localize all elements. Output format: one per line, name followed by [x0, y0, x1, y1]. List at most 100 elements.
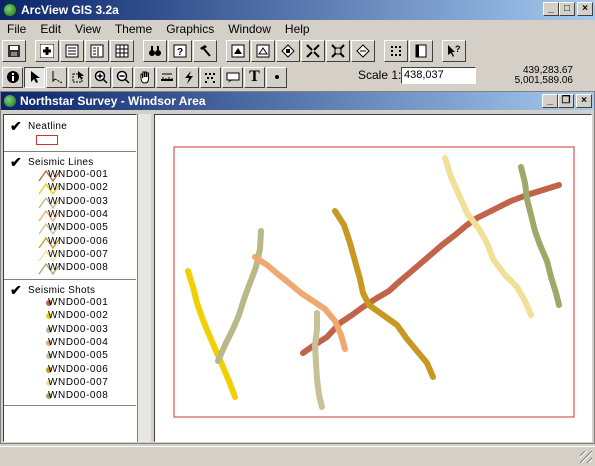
- zoom-full-extent-button[interactable]: [226, 40, 250, 62]
- seismic-line-wnd00-001[interactable]: [300, 182, 562, 356]
- view-close-button[interactable]: ×: [576, 94, 592, 108]
- arrow-pointer-icon: [30, 71, 40, 83]
- toc-divider: [4, 405, 136, 406]
- lightning-icon: [184, 71, 193, 84]
- zoom-selected-icon: [281, 44, 295, 58]
- menu-view[interactable]: View: [68, 22, 108, 36]
- menu-graphics[interactable]: Graphics: [159, 22, 221, 36]
- theme-neatline-title[interactable]: Neatline: [28, 121, 67, 132]
- legend-editor-icon: [90, 44, 104, 58]
- pan-tool[interactable]: [134, 66, 155, 88]
- legend-item-label: WND00-006: [48, 235, 109, 247]
- neatline-symbol: [36, 135, 58, 145]
- coord-y: 5,001,589.06: [514, 75, 573, 86]
- theme-seismic-shots-title[interactable]: Seismic Shots: [28, 285, 95, 296]
- seismic-line-wnd00-007[interactable]: [442, 155, 534, 318]
- cursor-coordinates: 439,283.67 5,001,589.06: [515, 66, 573, 86]
- draw-point-tool[interactable]: [266, 66, 287, 88]
- legend-item-label: WND00-002: [48, 310, 109, 322]
- map-display[interactable]: [154, 114, 592, 442]
- zoom-previous-icon: [356, 44, 370, 58]
- measure-tool[interactable]: [156, 66, 177, 88]
- layout-button[interactable]: [409, 40, 433, 62]
- toc-scrollbar[interactable]: [137, 114, 151, 442]
- zoom-previous-button[interactable]: [351, 40, 375, 62]
- label-tool[interactable]: [200, 66, 221, 88]
- zoom-themes-icon: [256, 44, 270, 58]
- menu-help[interactable]: Help: [278, 22, 317, 36]
- zoom-active-themes-button[interactable]: [251, 40, 275, 62]
- resize-grip[interactable]: [580, 451, 592, 463]
- measure-ruler-icon: [160, 73, 173, 81]
- close-button[interactable]: ×: [577, 2, 593, 16]
- save-button[interactable]: [2, 40, 26, 62]
- zoom-in-fixed-button[interactable]: [301, 40, 325, 62]
- vertex-edit-tool[interactable]: [46, 66, 67, 88]
- view-minimize-button[interactable]: _: [542, 94, 558, 108]
- view-globe-icon: [4, 95, 16, 107]
- text-tool[interactable]: T: [244, 66, 265, 88]
- minimize-button[interactable]: _: [543, 2, 559, 16]
- layout-page-icon: [415, 44, 427, 58]
- zoom-selected-button[interactable]: [276, 40, 300, 62]
- area-label-tool[interactable]: [222, 66, 243, 88]
- scale-input[interactable]: 438,037: [401, 67, 476, 84]
- select-feature-tool[interactable]: [68, 66, 89, 88]
- seismic-shots-visibility-checkbox[interactable]: ✔: [10, 283, 22, 297]
- vertex-edit-icon: [52, 71, 62, 84]
- zoom-out-arrows-icon: [331, 44, 345, 58]
- help-pointer-button[interactable]: ?: [442, 40, 466, 62]
- open-table-button[interactable]: [110, 40, 134, 62]
- menu-theme[interactable]: Theme: [108, 22, 159, 36]
- point-dot-icon: [274, 75, 279, 79]
- zoom-in-tool[interactable]: [90, 66, 111, 88]
- legend-item-label: WND00-007: [48, 248, 109, 260]
- seismic-line-wnd00-005[interactable]: [312, 310, 325, 410]
- menu-edit[interactable]: Edit: [33, 22, 68, 36]
- app-title: ArcView GIS 3.2a: [21, 3, 119, 17]
- legend-item-label: WND00-004: [48, 336, 109, 348]
- find-button[interactable]: [143, 40, 167, 62]
- neatline-visibility-checkbox[interactable]: ✔: [10, 119, 22, 133]
- zoom-out-fixed-button[interactable]: [326, 40, 350, 62]
- pointer-tool[interactable]: [24, 66, 45, 88]
- legend-item-label: WND00-008: [48, 262, 109, 274]
- full-extent-icon: [231, 44, 245, 58]
- legend-item-label: WND00-001: [48, 297, 109, 308]
- zoom-out-icon: [116, 70, 130, 84]
- maximize-button[interactable]: □: [559, 2, 575, 16]
- binoculars-icon: [149, 46, 161, 56]
- label-tag-icon: [204, 73, 215, 83]
- table-of-contents[interactable]: ✔ Neatline ✔ Seismic Lines WND00-001 WND0…: [3, 114, 137, 442]
- menu-file[interactable]: File: [0, 22, 33, 36]
- legend-item-label: WND00-003: [48, 323, 109, 335]
- app-titlebar[interactable]: ArcView GIS 3.2a _ □ ×: [0, 0, 595, 20]
- menu-window[interactable]: Window: [221, 22, 278, 36]
- callout-icon: [226, 72, 239, 83]
- menubar: File Edit View Theme Graphics Window Hel…: [0, 20, 595, 38]
- seismic-lines-visibility-checkbox[interactable]: ✔: [10, 155, 22, 169]
- view-restore-button[interactable]: ❐: [558, 94, 574, 108]
- hotlink-tool[interactable]: [178, 66, 199, 88]
- svg-text:?: ?: [177, 47, 183, 58]
- legend-item-label: WND00-003: [48, 195, 109, 207]
- seismic-line-wnd00-003[interactable]: [215, 228, 264, 364]
- theme-properties-button[interactable]: [60, 40, 84, 62]
- query-builder-button[interactable]: ?: [168, 40, 192, 62]
- add-theme-button[interactable]: [35, 40, 59, 62]
- hammer-icon: [200, 45, 211, 57]
- legend-item-label: WND00-002: [48, 182, 109, 194]
- zoom-out-tool[interactable]: [112, 66, 133, 88]
- toc-divider: [4, 151, 136, 152]
- arcview-globe-icon: [3, 3, 17, 17]
- hotlink-button[interactable]: [193, 40, 217, 62]
- select-all-button[interactable]: [384, 40, 408, 62]
- edit-legend-button[interactable]: [85, 40, 109, 62]
- theme-seismic-lines-title[interactable]: Seismic Lines: [28, 157, 94, 168]
- legend-item-label: WND00-005: [48, 222, 109, 234]
- identify-tool[interactable]: [2, 66, 23, 88]
- map-canvas[interactable]: [155, 115, 591, 441]
- view-title: Northstar Survey - Windsor Area: [20, 94, 206, 108]
- view-titlebar[interactable]: Northstar Survey - Windsor Area _ ❐ ×: [1, 92, 594, 110]
- status-bar: [0, 446, 595, 466]
